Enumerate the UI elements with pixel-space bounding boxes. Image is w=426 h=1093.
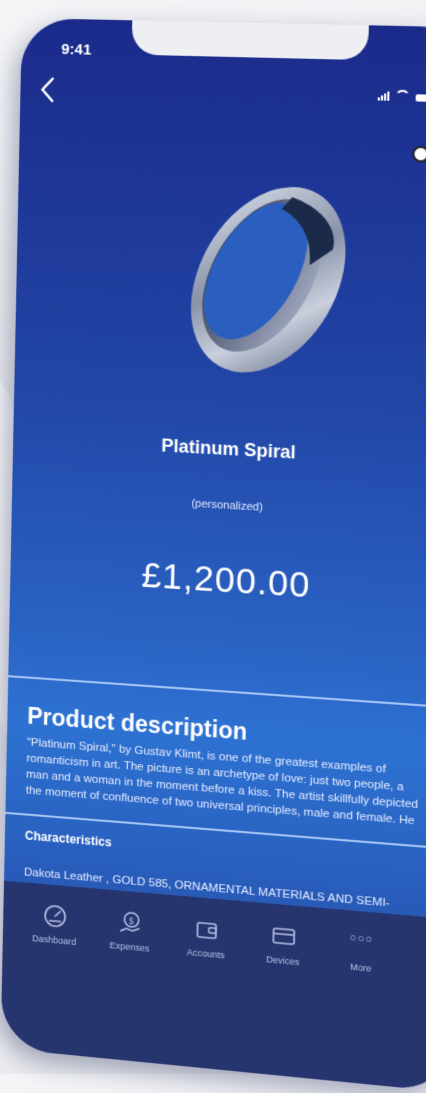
tab-label: Accounts	[186, 946, 225, 961]
back-button[interactable]	[40, 76, 55, 108]
tab-label: More	[349, 961, 372, 974]
description-text: "Platinum Spiral," by Gustav Klimt, is o…	[25, 736, 419, 828]
tab-accounts[interactable]: Accounts	[165, 895, 245, 1084]
ring-image	[159, 159, 378, 401]
product-image	[159, 159, 378, 401]
coin-hand-icon: $	[117, 909, 144, 937]
phone-screen: 9:41 Platinum Spiral (personalized) £1,2…	[0, 18, 426, 1093]
battery-icon	[415, 94, 426, 102]
tab-expenses[interactable]: $ Expenses	[89, 888, 169, 1076]
signal-icon	[377, 91, 390, 101]
camera-dot	[412, 145, 426, 163]
card-icon	[270, 922, 297, 951]
status-time: 9:41	[61, 40, 92, 59]
tab-label: Devices	[266, 954, 300, 968]
more-dots-icon: ○○○	[349, 931, 374, 947]
product-price: £1,200.00	[141, 555, 311, 606]
gauge-icon	[41, 902, 68, 930]
chevron-left-icon	[41, 77, 54, 102]
tab-devices[interactable]: Devices	[241, 901, 322, 1091]
svg-text:$: $	[128, 916, 134, 927]
tab-label: Dashboard	[32, 933, 77, 948]
phone-notch	[131, 20, 369, 61]
product-name: Platinum Spiral	[161, 435, 296, 463]
product-variant: (personalized)	[191, 497, 263, 514]
status-icons	[377, 89, 426, 102]
tab-more[interactable]: ○○○ More	[319, 908, 401, 1093]
wifi-icon	[394, 89, 411, 102]
tab-dashboard[interactable]: Dashboard	[14, 882, 93, 1069]
characteristics-title: Characteristics	[24, 828, 112, 850]
wallet-icon	[193, 915, 220, 944]
tab-label: Expenses	[109, 940, 150, 954]
tab-bar: Dashboard $ Expenses Accounts Devices ○○…	[0, 880, 426, 1093]
divider	[8, 675, 426, 710]
